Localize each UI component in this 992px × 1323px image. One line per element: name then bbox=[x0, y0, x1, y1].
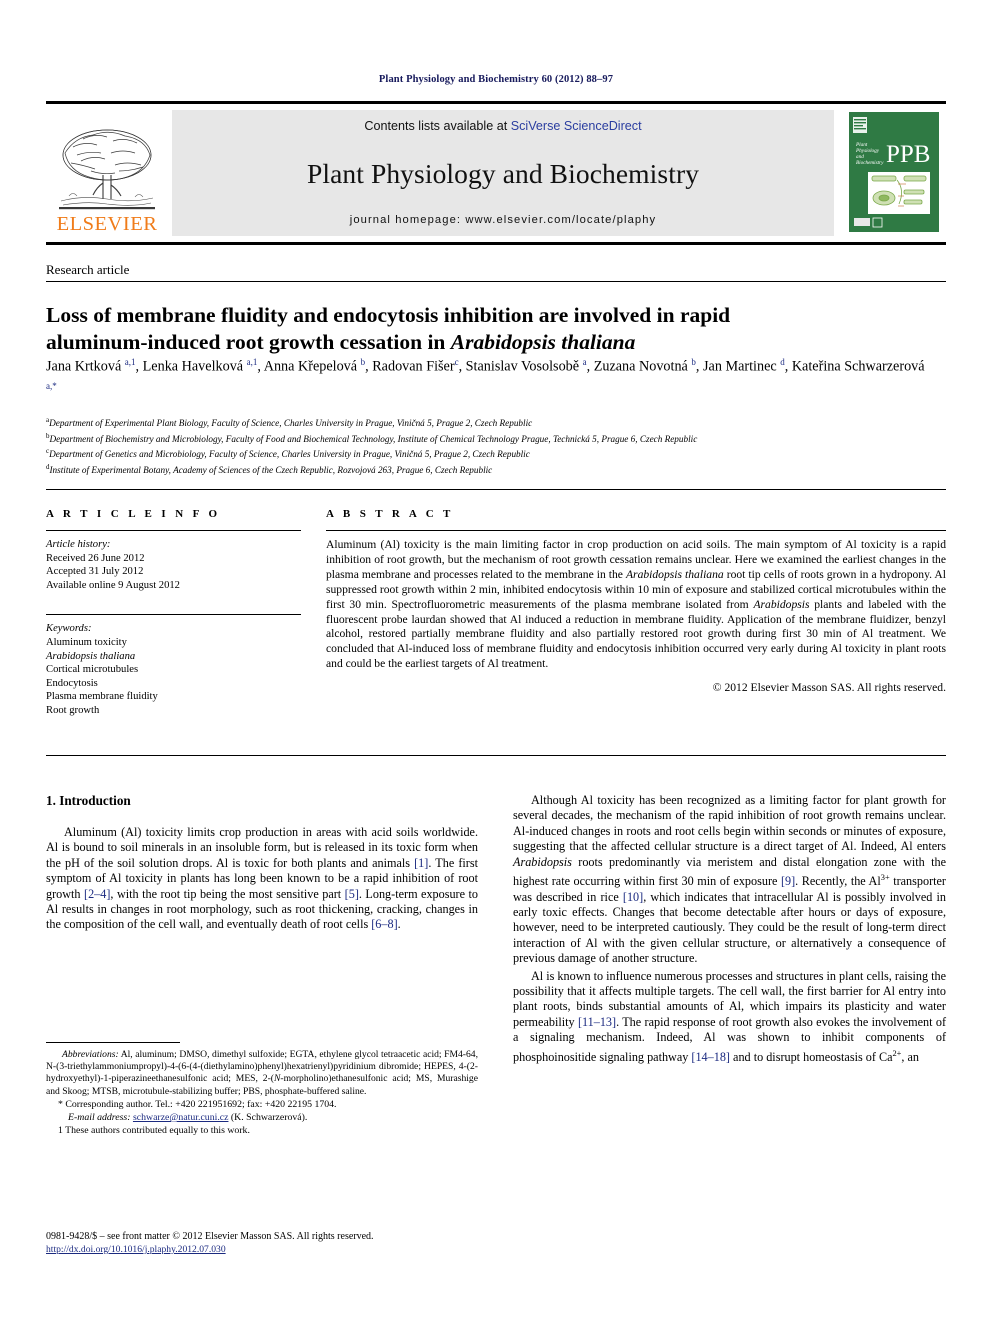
footnotes-block: Abbreviations: Al, aluminum; DMSO, dimet… bbox=[46, 1042, 478, 1137]
affiliation-marker: c bbox=[46, 447, 50, 456]
journal-masthead: ELSEVIER Contents lists available at Sci… bbox=[46, 101, 946, 245]
citation-1[interactable]: [1] bbox=[414, 856, 428, 870]
intro-p1-c: , with the root tip being the most sensi… bbox=[110, 886, 345, 901]
keyword-item: Root growth bbox=[46, 704, 100, 716]
keywords-rule bbox=[46, 614, 301, 616]
journal-homepage-line[interactable]: journal homepage: www.elsevier.com/locat… bbox=[350, 214, 657, 226]
contents-available-line: Contents lists available at SciVerse Sci… bbox=[364, 119, 641, 133]
affiliation-marker: b bbox=[46, 431, 50, 440]
journal-cover-image: PPB Plant Physiology and Biochemistry bbox=[849, 112, 939, 232]
al-charge-superscript: 3+ bbox=[880, 873, 890, 883]
journal-article-page: Plant Physiology and Biochemistry 60 (20… bbox=[0, 0, 992, 1323]
affiliation-item: bDepartment of Biochemistry and Microbio… bbox=[46, 431, 698, 444]
keyword-item: Endocytosis bbox=[46, 677, 98, 689]
article-history-item: Available online 9 August 2012 bbox=[46, 579, 180, 591]
article-info-heading: A R T I C L E I N F O bbox=[46, 508, 221, 520]
journal-title: Plant Physiology and Biochemistry bbox=[306, 157, 700, 189]
corresponding-author-footnote: * Corresponding author. Tel.: +420 22195… bbox=[58, 1098, 337, 1110]
journal-cover-thumbnail: PPB Plant Physiology and Biochemistry bbox=[842, 110, 946, 236]
article-info-rule bbox=[46, 530, 301, 531]
affiliation-list: aDepartment of Experimental Plant Biolog… bbox=[46, 414, 946, 477]
title-line-1: Loss of membrane fluidity and endocytosi… bbox=[46, 303, 731, 328]
keyword-item: Plasma membrane fluidity bbox=[46, 691, 158, 703]
keywords-list: Aluminum toxicity Arabidopsis thaliana Cor… bbox=[46, 636, 301, 718]
intro-p3-d: , an bbox=[901, 1049, 920, 1064]
article-history-label: Article history: bbox=[46, 539, 111, 550]
abstract-text: Aluminum (Al) toxicity is the main limit… bbox=[326, 538, 946, 672]
divider-under-article-type bbox=[46, 281, 946, 282]
corresponding-email-link[interactable]: schwarze@natur.cuni.cz bbox=[133, 1112, 229, 1123]
body-right-column: Although Al toxicity has been recognized… bbox=[513, 793, 946, 1067]
intro-p2-c: . Recently, the Al bbox=[795, 874, 881, 889]
keyword-item: Arabidopsis thaliana bbox=[46, 650, 136, 662]
abbreviations-footnote: Abbreviations: Al, aluminum; DMSO, dimet… bbox=[46, 1049, 478, 1098]
svg-text:Biochemistry: Biochemistry bbox=[856, 160, 884, 166]
keywords-label: Keywords: bbox=[46, 623, 92, 635]
title-species-italic: Arabidopsis thaliana bbox=[450, 330, 636, 355]
abstract-rule bbox=[326, 530, 946, 531]
introduction-heading: 1. Introduction bbox=[46, 793, 131, 808]
abstract-copyright: © 2012 Elsevier Masson SAS. All rights r… bbox=[712, 681, 946, 695]
divider-above-abstract bbox=[46, 489, 946, 490]
intro-p2-a: Although Al toxicity has been recognized… bbox=[513, 793, 946, 854]
elsevier-wordmark: ELSEVIER bbox=[56, 212, 158, 235]
citation-5[interactable]: [5] bbox=[345, 887, 359, 901]
citation-9[interactable]: [9] bbox=[781, 874, 795, 888]
author-list: Jana Krtková a,1, Lenka Havelková a,1, A… bbox=[46, 357, 925, 392]
article-history-item: Received 26 June 2012 bbox=[46, 552, 145, 564]
masthead-center-panel: Contents lists available at SciVerse Sci… bbox=[172, 110, 834, 236]
issn-line: 0981-9428/$ – see front matter © 2012 El… bbox=[46, 1231, 374, 1242]
issn-copyright-block: 0981-9428/$ – see front matter © 2012 El… bbox=[46, 1230, 486, 1256]
citation-14-18[interactable]: [14–18] bbox=[691, 1050, 730, 1064]
article-info-column: A R T I C L E I N F O Article history: R… bbox=[46, 508, 301, 718]
intro-p1-e: . bbox=[397, 917, 401, 932]
citation-11-13[interactable]: [11–13] bbox=[578, 1015, 616, 1029]
email-tail: (K. Schwarzerová). bbox=[228, 1112, 308, 1124]
keywords-block: Keywords: Aluminum toxicity Arabidopsis t… bbox=[46, 614, 301, 717]
citation-10[interactable]: [10] bbox=[623, 890, 643, 904]
abstract-heading: A B S T R A C T bbox=[326, 508, 454, 520]
intro-paragraph-1: Aluminum (Al) toxicity limits crop produ… bbox=[46, 825, 478, 933]
running-head: Plant Physiology and Biochemistry 60 (20… bbox=[378, 74, 614, 85]
footnote-divider bbox=[46, 1042, 180, 1043]
article-history-item: Accepted 31 July 2012 bbox=[46, 566, 144, 578]
abbreviations-label: Abbreviations: bbox=[62, 1049, 119, 1060]
intro-p2-italic: Arabidopsis bbox=[513, 854, 572, 869]
svg-text:PPB: PPB bbox=[886, 141, 930, 168]
keyword-item: Cortical microtubules bbox=[46, 664, 139, 676]
contents-prefix: Contents lists available at bbox=[364, 119, 511, 133]
affiliation-marker: d bbox=[46, 462, 50, 471]
divider-below-abstract bbox=[46, 755, 946, 756]
affiliation-item: cDepartment of Genetics and Microbiology… bbox=[46, 447, 530, 460]
affiliation-item: aDepartment of Experimental Plant Biolog… bbox=[46, 416, 533, 429]
intro-paragraph-2: Although Al toxicity has been recognized… bbox=[513, 793, 946, 967]
doi-link[interactable]: http://dx.doi.org/10.1016/j.plaphy.2012.… bbox=[46, 1244, 226, 1255]
elsevier-tree-icon bbox=[59, 129, 155, 209]
elsevier-logo: ELSEVIER bbox=[46, 110, 168, 236]
article-history-list: Received 26 June 2012 Accepted 31 July 20… bbox=[46, 552, 301, 593]
body-left-column: 1. Introduction Aluminum (Al) toxicity l… bbox=[46, 793, 478, 935]
abstract-italic-2: Arabidopsis bbox=[753, 597, 810, 611]
abstract-column: A B S T R A C T Aluminum (Al) toxicity i… bbox=[326, 508, 946, 694]
intro-p2-b: roots predominantly via meristem and dis… bbox=[513, 854, 946, 889]
affiliation-item: dInstitute of Experimental Botany, Acade… bbox=[46, 462, 493, 476]
intro-paragraph-3: Al is known to influence numerous proces… bbox=[513, 969, 946, 1066]
sciencedirect-link[interactable]: SciVerse ScienceDirect bbox=[511, 119, 642, 133]
abstract-italic-1: Arabidopsis thaliana bbox=[625, 567, 724, 581]
title-line-2: aluminum-induced root growth cessation i… bbox=[46, 330, 451, 355]
intro-p3-c: and to disrupt homeostasis of Ca bbox=[730, 1049, 893, 1064]
keyword-item: Aluminum toxicity bbox=[46, 636, 127, 648]
email-footnote: E-mail address: schwarze@natur.cuni.cz (… bbox=[46, 1111, 478, 1124]
article-type-label: Research article bbox=[46, 262, 130, 277]
equal-contribution-footnote: 1 These authors contributed equally to t… bbox=[58, 1125, 250, 1137]
email-label: E-mail address: bbox=[68, 1112, 131, 1124]
citation-2-4[interactable]: [2–4] bbox=[84, 887, 110, 901]
affiliation-marker: a bbox=[46, 416, 50, 424]
citation-6-8[interactable]: [6–8] bbox=[371, 917, 397, 931]
page-title: Loss of membrane fluidity and endocytosi… bbox=[46, 302, 936, 356]
